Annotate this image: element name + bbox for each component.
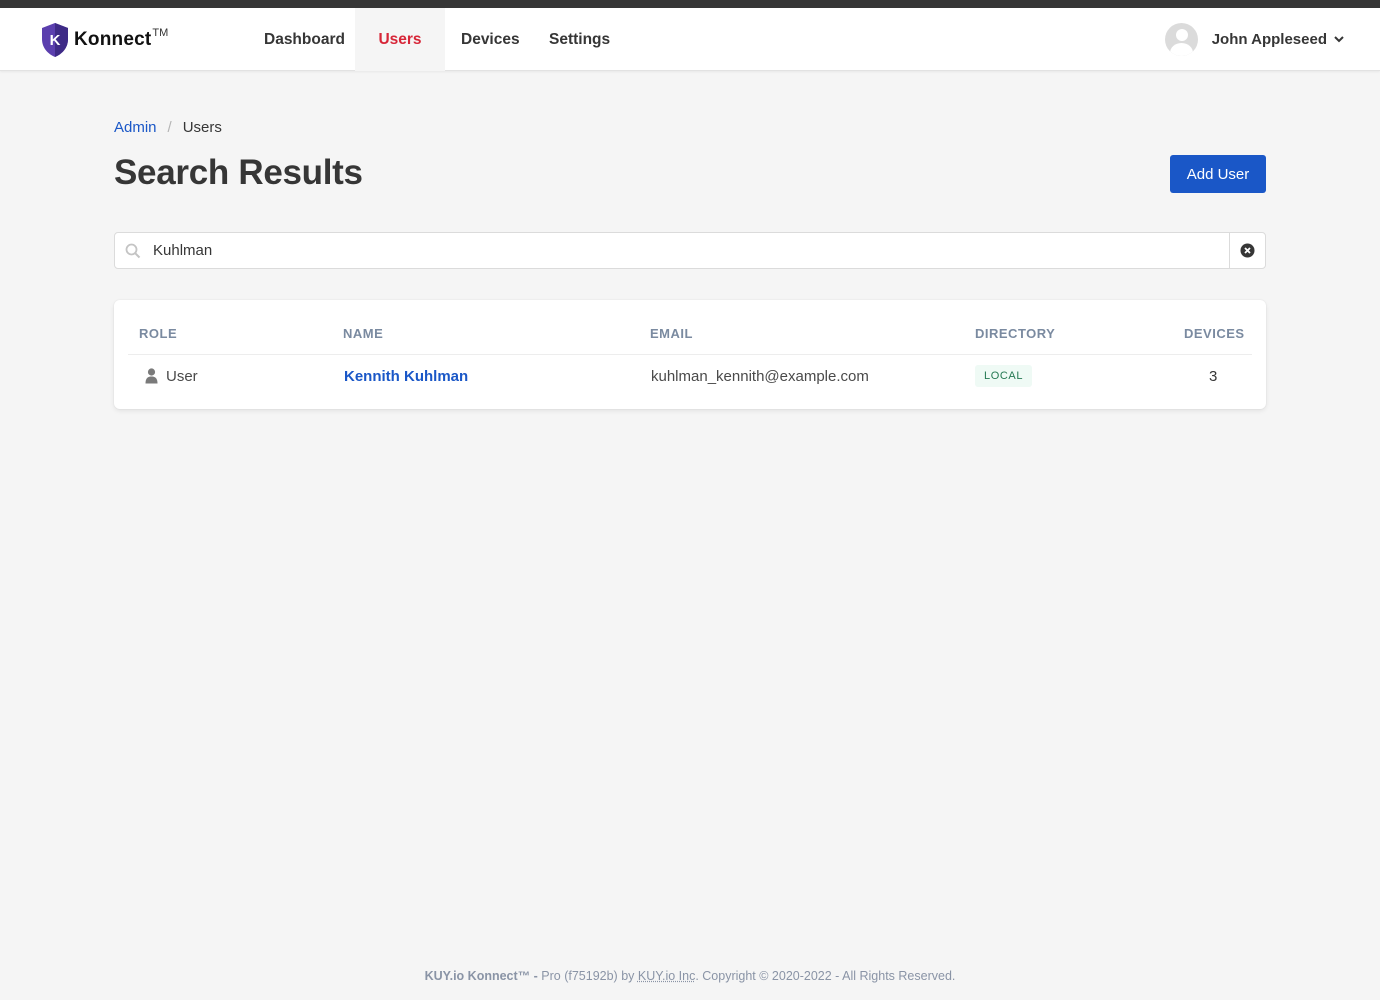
clear-search-button[interactable] [1229, 233, 1265, 268]
row-devices-count: 3 [1209, 368, 1218, 385]
brand-name: Konnect [74, 29, 152, 50]
directory-tag: LOCAL [975, 365, 1033, 387]
user-name: John Appleseed [1211, 31, 1327, 48]
search-input[interactable] [115, 233, 1230, 268]
footer-company-link[interactable]: KUY.io Inc [638, 969, 695, 983]
header-name: NAME [343, 326, 384, 341]
breadcrumb: Admin / Users [114, 119, 222, 136]
footer: KUY.io Konnect™ - Pro (f75192b) by KUY.i… [0, 969, 1380, 983]
header-directory: DIRECTORY [975, 326, 1056, 341]
chevron-down-icon [1334, 35, 1344, 45]
results-table: ROLE NAME EMAIL DIRECTORY DEVICES User K… [114, 300, 1266, 409]
avatar [1164, 23, 1198, 56]
shield-letter: K [50, 32, 61, 49]
row-role: User [166, 368, 198, 385]
page-title: Search Results [114, 153, 363, 192]
footer-product: KUY.io Konnect™ - [424, 969, 538, 983]
shield-logo-icon: K [42, 23, 68, 57]
nav-settings[interactable]: Settings [535, 8, 624, 71]
nav-devices[interactable]: Devices [447, 8, 534, 71]
add-user-button[interactable]: Add User [1170, 155, 1266, 193]
footer-copyright: . Copyright © 2020-2022 - All Rights Res… [695, 969, 956, 983]
nav-dashboard[interactable]: Dashboard [250, 8, 359, 71]
breadcrumb-current: Users [182, 119, 222, 136]
breadcrumb-separator: / [167, 119, 172, 136]
brand-logo[interactable]: K Konnect TM [40, 21, 168, 59]
navbar: K Konnect TM Dashboard Users Devices Set… [0, 8, 1380, 71]
times-circle-icon [1240, 243, 1255, 258]
footer-edition: Pro (f75192b) by [537, 969, 638, 983]
user-menu[interactable]: John Appleseed [1164, 8, 1344, 71]
header-email: EMAIL [650, 326, 693, 341]
breadcrumb-admin-link[interactable]: Admin [114, 119, 157, 136]
nav-users[interactable]: Users [355, 8, 445, 71]
header-role: ROLE [139, 326, 178, 341]
user-icon [145, 368, 158, 384]
row-email: kuhlman_kennith@example.com [651, 368, 869, 385]
table-row: User Kennith Kuhlman kuhlman_kennith@exa… [114, 355, 1266, 399]
brand-trademark: TM [152, 27, 169, 39]
search-field [114, 232, 1266, 269]
top-strip [0, 0, 1380, 8]
header-devices: DEVICES [1184, 326, 1245, 341]
row-name-link[interactable]: Kennith Kuhlman [344, 368, 468, 385]
